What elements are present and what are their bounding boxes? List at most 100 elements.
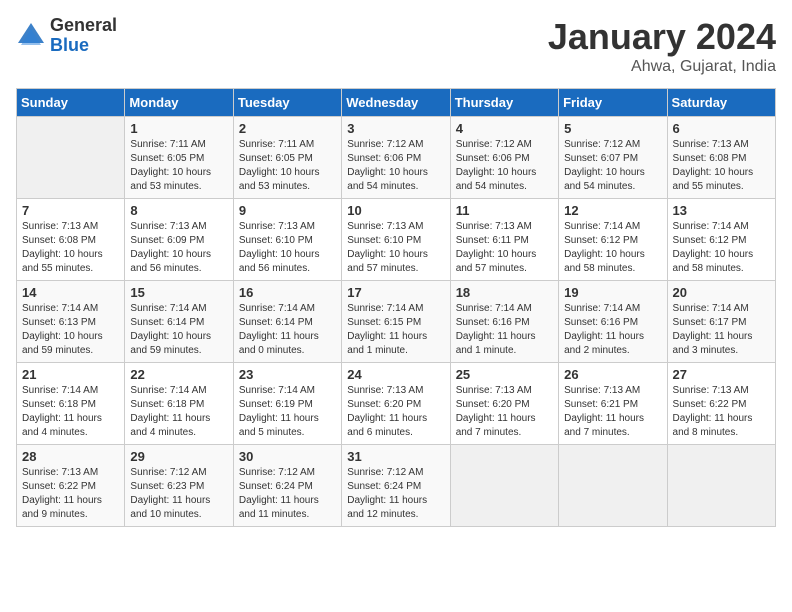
day-cell: 30Sunrise: 7:12 AMSunset: 6:24 PMDayligh… <box>233 445 341 527</box>
day-number: 18 <box>456 285 553 300</box>
week-row-3: 14 Sunrise: 7:14 AMSunset: 6:13 PMDayligh… <box>17 281 776 363</box>
day-info: Sunrise: 7:13 AMSunset: 6:09 PMDaylight:… <box>130 220 227 276</box>
day-cell: 2 Sunrise: 7:11 AMSunset: 6:05 PMDaylight… <box>233 117 341 199</box>
day-number: 1 <box>130 121 227 136</box>
day-info: Sunrise: 7:14 AMSunset: 6:13 PMDaylight:… <box>22 302 119 358</box>
calendar-subtitle: Ahwa, Gujarat, India <box>548 58 776 76</box>
day-number: 3 <box>347 121 444 136</box>
day-cell: 5 Sunrise: 7:12 AMSunset: 6:07 PMDaylight… <box>559 117 667 199</box>
day-cell: 19 Sunrise: 7:14 AMSunset: 6:16 PMDayligh… <box>559 281 667 363</box>
week-row-5: 28 Sunrise: 7:13 AMSunset: 6:22 PMDayligh… <box>17 445 776 527</box>
day-cell <box>667 445 775 527</box>
logo-icon <box>16 21 46 51</box>
day-number: 9 <box>239 203 336 218</box>
day-number: 17 <box>347 285 444 300</box>
column-header-wednesday: Wednesday <box>342 89 450 117</box>
day-number: 22 <box>130 367 227 382</box>
day-info: Sunrise: 7:14 AMSunset: 6:16 PMDaylight:… <box>456 302 553 358</box>
day-info: Sunrise: 7:13 AMSunset: 6:08 PMDaylight:… <box>673 138 770 194</box>
day-number: 12 <box>564 203 661 218</box>
logo-blue: Blue <box>50 36 117 56</box>
day-number: 24 <box>347 367 444 382</box>
day-info: Sunrise: 7:12 AMSunset: 6:07 PMDaylight:… <box>564 138 661 194</box>
column-header-tuesday: Tuesday <box>233 89 341 117</box>
day-cell: 14 Sunrise: 7:14 AMSunset: 6:13 PMDayligh… <box>17 281 125 363</box>
day-number: 19 <box>564 285 661 300</box>
day-info: Sunrise: 7:12 AMSunset: 6:23 PMDaylight:… <box>130 466 227 522</box>
day-info: Sunrise: 7:12 AMSunset: 6:06 PMDaylight:… <box>347 138 444 194</box>
day-info: Sunrise: 7:14 AMSunset: 6:19 PMDaylight:… <box>239 384 336 440</box>
page-header: General Blue January 2024 Ahwa, Gujarat,… <box>16 16 776 76</box>
day-cell: 24Sunrise: 7:13 AMSunset: 6:20 PMDayligh… <box>342 363 450 445</box>
header-row: SundayMondayTuesdayWednesdayThursdayFrid… <box>17 89 776 117</box>
day-number: 31 <box>347 449 444 464</box>
day-cell <box>450 445 558 527</box>
day-info: Sunrise: 7:13 AMSunset: 6:20 PMDaylight:… <box>456 384 553 440</box>
day-number: 29 <box>130 449 227 464</box>
day-number: 2 <box>239 121 336 136</box>
day-number: 8 <box>130 203 227 218</box>
day-info: Sunrise: 7:13 AMSunset: 6:22 PMDaylight:… <box>22 466 119 522</box>
day-info: Sunrise: 7:11 AMSunset: 6:05 PMDaylight:… <box>130 138 227 194</box>
day-cell: 28 Sunrise: 7:13 AMSunset: 6:22 PMDayligh… <box>17 445 125 527</box>
day-info: Sunrise: 7:14 AMSunset: 6:12 PMDaylight:… <box>673 220 770 276</box>
day-cell: 6 Sunrise: 7:13 AMSunset: 6:08 PMDaylight… <box>667 117 775 199</box>
calendar-title: January 2024 <box>548 16 776 58</box>
day-number: 25 <box>456 367 553 382</box>
column-header-saturday: Saturday <box>667 89 775 117</box>
day-cell: 1 Sunrise: 7:11 AMSunset: 6:05 PMDaylight… <box>125 117 233 199</box>
day-cell: 18 Sunrise: 7:14 AMSunset: 6:16 PMDayligh… <box>450 281 558 363</box>
day-number: 20 <box>673 285 770 300</box>
day-cell: 8 Sunrise: 7:13 AMSunset: 6:09 PMDaylight… <box>125 199 233 281</box>
day-info: Sunrise: 7:14 AMSunset: 6:16 PMDaylight:… <box>564 302 661 358</box>
day-cell: 29 Sunrise: 7:12 AMSunset: 6:23 PMDayligh… <box>125 445 233 527</box>
day-info: Sunrise: 7:13 AMSunset: 6:22 PMDaylight:… <box>673 384 770 440</box>
day-info: Sunrise: 7:12 AMSunset: 6:06 PMDaylight:… <box>456 138 553 194</box>
day-info: Sunrise: 7:14 AMSunset: 6:15 PMDaylight:… <box>347 302 444 358</box>
day-number: 21 <box>22 367 119 382</box>
day-cell: 27 Sunrise: 7:13 AMSunset: 6:22 PMDayligh… <box>667 363 775 445</box>
day-cell: 9Sunrise: 7:13 AMSunset: 6:10 PMDaylight… <box>233 199 341 281</box>
day-cell: 16Sunrise: 7:14 AMSunset: 6:14 PMDayligh… <box>233 281 341 363</box>
week-row-1: 1 Sunrise: 7:11 AMSunset: 6:05 PMDaylight… <box>17 117 776 199</box>
day-number: 14 <box>22 285 119 300</box>
day-cell: 10Sunrise: 7:13 AMSunset: 6:10 PMDayligh… <box>342 199 450 281</box>
day-cell: 21 Sunrise: 7:14 AMSunset: 6:18 PMDayligh… <box>17 363 125 445</box>
day-info: Sunrise: 7:12 AMSunset: 6:24 PMDaylight:… <box>347 466 444 522</box>
day-cell: 3 Sunrise: 7:12 AMSunset: 6:06 PMDaylight… <box>342 117 450 199</box>
day-info: Sunrise: 7:13 AMSunset: 6:21 PMDaylight:… <box>564 384 661 440</box>
day-cell: 15Sunrise: 7:14 AMSunset: 6:14 PMDayligh… <box>125 281 233 363</box>
day-cell: 23Sunrise: 7:14 AMSunset: 6:19 PMDayligh… <box>233 363 341 445</box>
logo: General Blue <box>16 16 117 56</box>
day-number: 5 <box>564 121 661 136</box>
day-cell: 13 Sunrise: 7:14 AMSunset: 6:12 PMDayligh… <box>667 199 775 281</box>
day-cell <box>559 445 667 527</box>
day-info: Sunrise: 7:14 AMSunset: 6:12 PMDaylight:… <box>564 220 661 276</box>
day-cell: 11Sunrise: 7:13 AMSunset: 6:11 PMDayligh… <box>450 199 558 281</box>
day-info: Sunrise: 7:13 AMSunset: 6:11 PMDaylight:… <box>456 220 553 276</box>
column-header-sunday: Sunday <box>17 89 125 117</box>
logo-text: General Blue <box>50 16 117 56</box>
day-info: Sunrise: 7:14 AMSunset: 6:17 PMDaylight:… <box>673 302 770 358</box>
day-number: 28 <box>22 449 119 464</box>
day-cell <box>17 117 125 199</box>
week-row-4: 21 Sunrise: 7:14 AMSunset: 6:18 PMDayligh… <box>17 363 776 445</box>
day-info: Sunrise: 7:14 AMSunset: 6:18 PMDaylight:… <box>22 384 119 440</box>
day-cell: 17 Sunrise: 7:14 AMSunset: 6:15 PMDayligh… <box>342 281 450 363</box>
day-cell: 25 Sunrise: 7:13 AMSunset: 6:20 PMDayligh… <box>450 363 558 445</box>
day-info: Sunrise: 7:13 AMSunset: 6:08 PMDaylight:… <box>22 220 119 276</box>
day-number: 26 <box>564 367 661 382</box>
day-cell: 26 Sunrise: 7:13 AMSunset: 6:21 PMDayligh… <box>559 363 667 445</box>
day-number: 27 <box>673 367 770 382</box>
day-cell: 22 Sunrise: 7:14 AMSunset: 6:18 PMDayligh… <box>125 363 233 445</box>
day-number: 16 <box>239 285 336 300</box>
day-info: Sunrise: 7:11 AMSunset: 6:05 PMDaylight:… <box>239 138 336 194</box>
day-cell: 4Sunrise: 7:12 AMSunset: 6:06 PMDaylight… <box>450 117 558 199</box>
calendar-table: SundayMondayTuesdayWednesdayThursdayFrid… <box>16 88 776 527</box>
day-info: Sunrise: 7:14 AMSunset: 6:18 PMDaylight:… <box>130 384 227 440</box>
day-cell: 12 Sunrise: 7:14 AMSunset: 6:12 PMDayligh… <box>559 199 667 281</box>
title-block: January 2024 Ahwa, Gujarat, India <box>548 16 776 76</box>
day-number: 10 <box>347 203 444 218</box>
day-number: 13 <box>673 203 770 218</box>
day-number: 6 <box>673 121 770 136</box>
